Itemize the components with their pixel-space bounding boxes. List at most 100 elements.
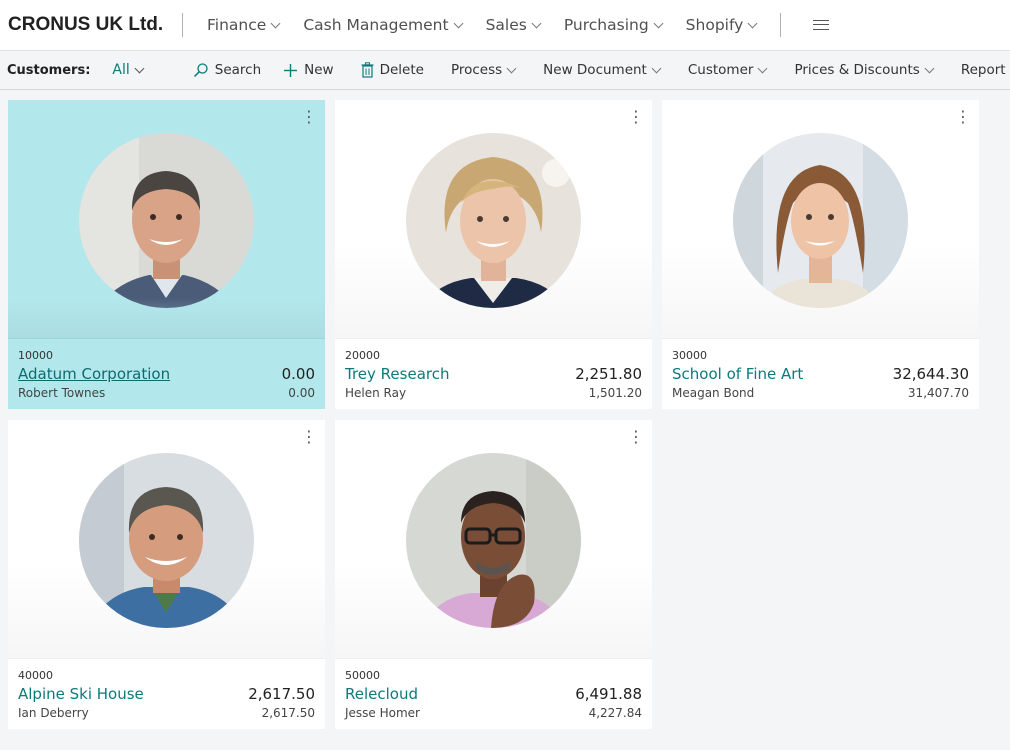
customer-photo-area [335, 420, 652, 658]
customer-photo-area [662, 100, 979, 338]
customer-tile[interactable]: ⋮ 40000 Alpine Ski House 2,617.50 Ian De… [8, 420, 325, 729]
woman-portrait-image [406, 133, 581, 308]
nav-menu-label: Finance [207, 16, 267, 34]
chevron-down-icon [453, 18, 464, 28]
customer-number: 30000 [672, 349, 707, 362]
search-button[interactable]: Search [193, 62, 261, 78]
new-button[interactable]: New [283, 62, 334, 78]
chevron-down-icon [134, 63, 145, 73]
chevron-down-icon [757, 63, 768, 73]
chevron-down-icon [531, 18, 542, 28]
customer-number: 50000 [345, 669, 380, 682]
customer-balance: 0.00 [281, 365, 315, 383]
customer-balance-due: 2,617.50 [261, 706, 315, 720]
customer-number: 10000 [18, 349, 53, 362]
customer-avatar [79, 133, 254, 308]
nav-menu-purchasing[interactable]: Purchasing [563, 16, 664, 34]
customer-contact: Meagan Bond [672, 386, 755, 400]
nav-menu-label: Purchasing [563, 16, 649, 34]
customer-info: 50000 Relecloud 6,491.88 Jesse Homer 4,2… [335, 658, 652, 729]
customer-balance-due: 0.00 [288, 386, 315, 400]
customer-avatar [733, 133, 908, 308]
customer-contact: Robert Townes [18, 386, 106, 400]
customer-photo-area [8, 420, 325, 658]
page-caption: Customers: [7, 62, 91, 78]
customer-label: Customer [687, 62, 754, 78]
more-options-icon[interactable]: ⋮ [301, 109, 317, 125]
top-navigation: CRONUS UK Ltd. Finance Cash Management S… [0, 0, 1010, 50]
view-filter-label: All [112, 62, 130, 78]
man-portrait-image [79, 453, 254, 628]
action-bar: Customers: All Search New Delete Process… [0, 50, 1010, 90]
customer-name-link[interactable]: Alpine Ski House [18, 685, 144, 703]
customer-info: 40000 Alpine Ski House 2,617.50 Ian Debe… [8, 658, 325, 729]
chevron-down-icon [270, 18, 281, 28]
view-filter-dropdown[interactable]: All [112, 62, 145, 78]
chevron-down-icon [747, 18, 758, 28]
customer-avatar [79, 453, 254, 628]
customer-balance-due: 1,501.20 [588, 386, 642, 400]
customer-tile[interactable]: ⋮ 50000 Relecloud 6,491.88 Jesse Homer 4… [335, 420, 652, 729]
customer-tile[interactable]: ⋮ 30000 School of Fine Art 32,644.30 Mea… [662, 100, 979, 409]
nav-menu-sales[interactable]: Sales [485, 16, 542, 34]
customer-name-link[interactable]: Trey Research [345, 365, 449, 383]
customer-balance: 6,491.88 [575, 685, 642, 703]
process-label: Process [450, 62, 503, 78]
customer-contact: Ian Deberry [18, 706, 89, 720]
customer-photo-area [8, 100, 325, 338]
customer-number: 20000 [345, 349, 380, 362]
customer-balance-due: 31,407.70 [907, 386, 969, 400]
nav-menu-label: Sales [485, 16, 527, 34]
chevron-down-icon [651, 63, 662, 73]
man-portrait-image [79, 133, 254, 308]
report-label: Report [960, 62, 1006, 78]
search-label: Search [214, 62, 262, 78]
new-document-label: New Document [543, 62, 647, 78]
new-document-menu[interactable]: New Document [543, 62, 662, 78]
chevron-down-icon [653, 18, 664, 28]
customer-contact: Jesse Homer [345, 706, 420, 720]
customer-contact: Helen Ray [345, 386, 407, 400]
nav-menu-finance[interactable]: Finance [207, 16, 281, 34]
customer-info: 30000 School of Fine Art 32,644.30 Meaga… [662, 338, 979, 409]
customer-menu[interactable]: Customer [687, 62, 768, 78]
customer-avatar [406, 453, 581, 628]
man-portrait-image [406, 453, 581, 628]
customer-balance: 32,644.30 [892, 365, 969, 383]
customer-balance: 2,617.50 [248, 685, 315, 703]
delete-label: Delete [379, 62, 424, 78]
woman-portrait-image [733, 133, 908, 308]
nav-menu-label: Shopify [685, 16, 744, 34]
more-options-icon[interactable]: ⋮ [628, 109, 644, 125]
more-options-icon[interactable]: ⋮ [301, 429, 317, 445]
customer-tile[interactable]: ⋮ 10000 Adatum Corporation 0.00 Robert T… [8, 100, 325, 409]
more-options-icon[interactable]: ⋮ [628, 429, 644, 445]
customer-number: 40000 [18, 669, 53, 682]
hamburger-menu-icon[interactable] [813, 20, 830, 30]
report-menu[interactable]: Report [961, 62, 1010, 78]
customer-name-link[interactable]: School of Fine Art [672, 365, 803, 383]
customer-name-link[interactable]: Relecloud [345, 685, 418, 703]
customer-balance-due: 4,227.84 [588, 706, 642, 720]
nav-menu-cash-management[interactable]: Cash Management [303, 16, 464, 34]
nav-divider [780, 13, 782, 37]
prices-discounts-label: Prices & Discounts [794, 62, 920, 78]
chevron-down-icon [924, 63, 935, 73]
company-name[interactable]: CRONUS UK Ltd. [8, 14, 182, 36]
delete-button[interactable]: Delete [361, 62, 424, 78]
process-menu[interactable]: Process [450, 62, 517, 78]
nav-menu-shopify[interactable]: Shopify [685, 16, 758, 34]
customer-photo-area [335, 100, 652, 338]
nav-divider [182, 13, 183, 37]
more-options-icon[interactable]: ⋮ [955, 109, 971, 125]
customer-info: 20000 Trey Research 2,251.80 Helen Ray 1… [335, 338, 652, 409]
customer-balance: 2,251.80 [575, 365, 642, 383]
trash-icon [361, 62, 374, 78]
prices-discounts-menu[interactable]: Prices & Discounts [794, 62, 935, 78]
customer-tile[interactable]: ⋮ 20000 Trey Research 2,251.80 Helen Ray… [335, 100, 652, 409]
search-icon [193, 62, 209, 78]
customer-info: 10000 Adatum Corporation 0.00 Robert Tow… [8, 338, 325, 409]
plus-icon [283, 63, 298, 78]
chevron-down-icon [506, 63, 517, 73]
customer-name-link[interactable]: Adatum Corporation [18, 365, 170, 383]
